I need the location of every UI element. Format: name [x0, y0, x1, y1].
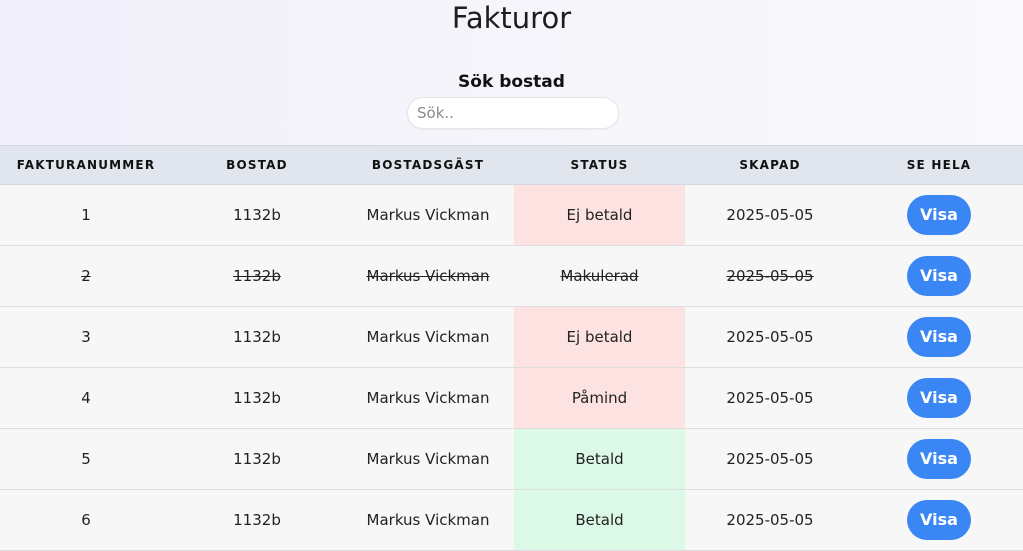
property-cell: 1132b — [172, 245, 342, 307]
invoice-number: 2 — [0, 245, 172, 307]
column-header-status: STATUS — [514, 145, 685, 185]
status-cell: Ej betald — [514, 306, 685, 368]
created-cell: 2025-05-05 — [685, 245, 855, 307]
action-cell: Visa — [855, 184, 1023, 246]
table-row: 6 1132b Markus Vickman Betald 2025-05-05… — [0, 489, 1023, 551]
status-cell: Påmind — [514, 367, 685, 429]
guest-cell: Markus Vickman — [342, 428, 514, 490]
table-row: 4 1132b Markus Vickman Påmind 2025-05-05… — [0, 367, 1023, 429]
action-cell: Visa — [855, 245, 1023, 307]
column-header-invoice-number: FAKTURANUMMER — [0, 145, 172, 185]
status-cell: Makulerad — [514, 245, 685, 307]
view-invoice-button[interactable]: Visa — [907, 439, 971, 479]
property-cell: 1132b — [172, 367, 342, 429]
status-cell: Betald — [514, 489, 685, 551]
property-cell: 1132b — [172, 428, 342, 490]
table-row: 2 1132b Markus Vickman Makulerad 2025-05… — [0, 245, 1023, 307]
search-label: Sök bostad — [458, 72, 565, 92]
view-invoice-button[interactable]: Visa — [907, 317, 971, 357]
invoice-number: 3 — [0, 306, 172, 368]
status-cell: Ej betald — [514, 184, 685, 246]
created-cell: 2025-05-05 — [685, 367, 855, 429]
action-cell: Visa — [855, 367, 1023, 429]
column-header-property: BOSTAD — [172, 145, 342, 185]
guest-cell: Markus Vickman — [342, 184, 514, 246]
search-input[interactable] — [407, 97, 619, 129]
guest-cell: Markus Vickman — [342, 489, 514, 551]
guest-cell: Markus Vickman — [342, 367, 514, 429]
view-invoice-button[interactable]: Visa — [907, 500, 971, 540]
property-cell: 1132b — [172, 489, 342, 551]
view-invoice-button[interactable]: Visa — [907, 378, 971, 418]
created-cell: 2025-05-05 — [685, 489, 855, 551]
guest-cell: Markus Vickman — [342, 306, 514, 368]
created-cell: 2025-05-05 — [685, 428, 855, 490]
status-cell: Betald — [514, 428, 685, 490]
table-row: 5 1132b Markus Vickman Betald 2025-05-05… — [0, 428, 1023, 490]
invoice-table: FAKTURANUMMER BOSTAD BOSTADSGÄST STATUS … — [0, 145, 1023, 551]
column-header-view: SE HELA — [855, 145, 1023, 185]
invoice-number: 4 — [0, 367, 172, 429]
property-cell: 1132b — [172, 306, 342, 368]
action-cell: Visa — [855, 489, 1023, 551]
created-cell: 2025-05-05 — [685, 184, 855, 246]
invoice-number: 5 — [0, 428, 172, 490]
column-header-guest: BOSTADSGÄST — [342, 145, 514, 185]
invoice-number: 6 — [0, 489, 172, 551]
invoice-number: 1 — [0, 184, 172, 246]
table-row: 1 1132b Markus Vickman Ej betald 2025-05… — [0, 184, 1023, 246]
action-cell: Visa — [855, 428, 1023, 490]
property-cell: 1132b — [172, 184, 342, 246]
page-title: Fakturor — [451, 1, 572, 35]
view-invoice-button[interactable]: Visa — [907, 195, 971, 235]
table-row: 3 1132b Markus Vickman Ej betald 2025-05… — [0, 306, 1023, 368]
guest-cell: Markus Vickman — [342, 245, 514, 307]
column-header-created: SKAPAD — [685, 145, 855, 185]
action-cell: Visa — [855, 306, 1023, 368]
created-cell: 2025-05-05 — [685, 306, 855, 368]
view-invoice-button[interactable]: Visa — [907, 256, 971, 296]
table-header-row: FAKTURANUMMER BOSTAD BOSTADSGÄST STATUS … — [0, 145, 1023, 185]
